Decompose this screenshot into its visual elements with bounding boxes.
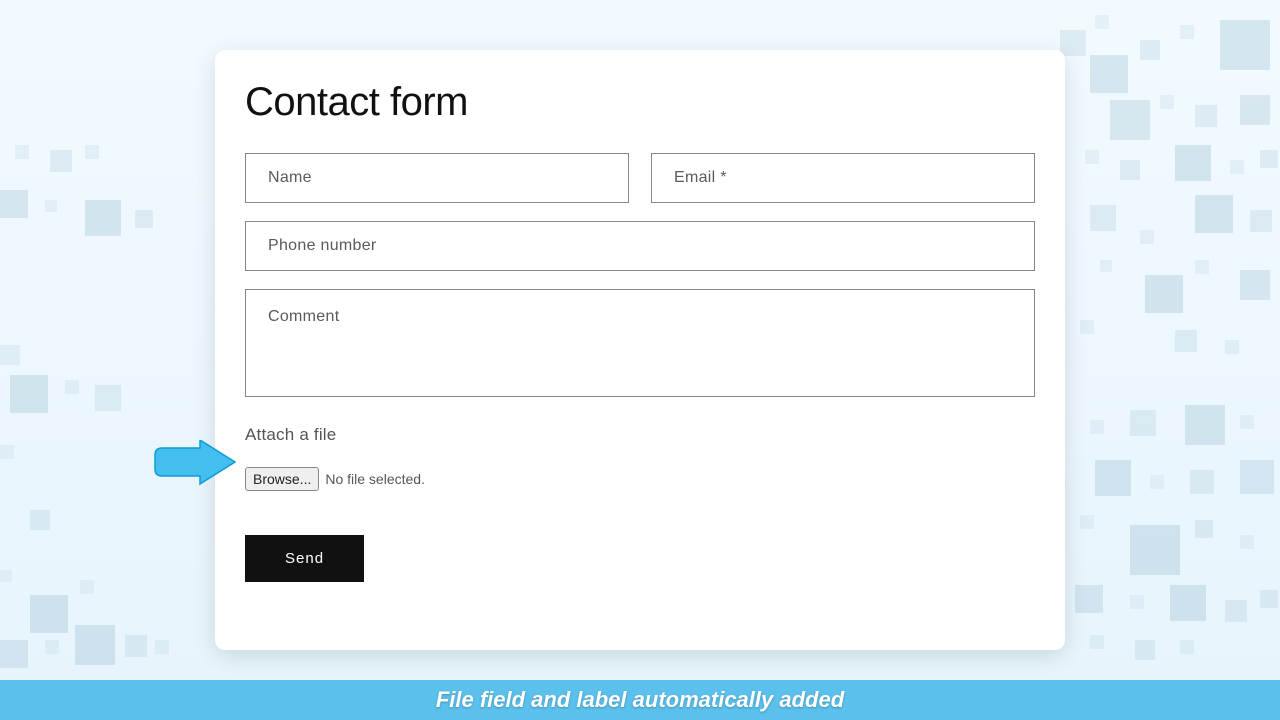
contact-form-card: Contact form Name Email * Phone number C… <box>215 50 1065 650</box>
phone-placeholder: Phone number <box>268 237 377 255</box>
email-placeholder: Email * <box>674 169 727 187</box>
caption-bar: File field and label automatically added <box>0 680 1280 720</box>
comment-field[interactable]: Comment <box>245 289 1035 397</box>
form-title: Contact form <box>245 80 1035 125</box>
caption-text: File field and label automatically added <box>436 687 844 713</box>
name-placeholder: Name <box>268 169 312 187</box>
attach-file-label: Attach a file <box>245 425 1035 445</box>
phone-field[interactable]: Phone number <box>245 221 1035 271</box>
comment-placeholder: Comment <box>268 308 339 325</box>
browse-button[interactable]: Browse... <box>245 467 319 491</box>
file-status-text: No file selected. <box>325 471 425 487</box>
name-field[interactable]: Name <box>245 153 629 203</box>
email-field[interactable]: Email * <box>651 153 1035 203</box>
file-input-row: Browse... No file selected. <box>245 467 1035 491</box>
send-button[interactable]: Send <box>245 535 364 582</box>
arrow-icon <box>150 440 240 490</box>
